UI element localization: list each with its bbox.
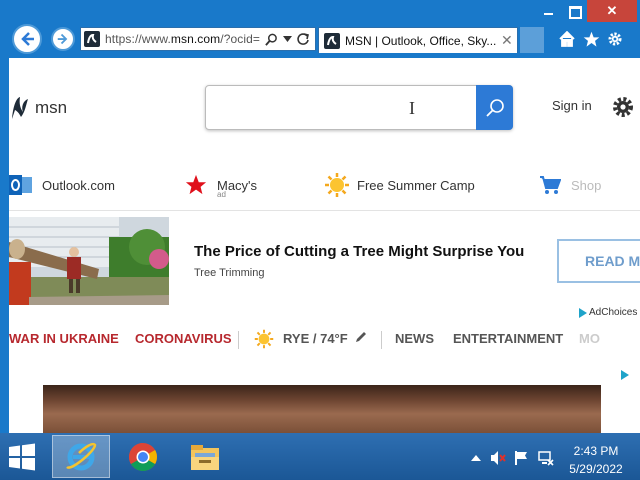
ad-headline[interactable]: The Price of Cutting a Tree Might Surpri…: [194, 243, 524, 260]
msn-logo-text: msn: [35, 98, 68, 117]
ad-label: ad: [217, 190, 226, 199]
forward-button[interactable]: [51, 27, 75, 51]
topic-more[interactable]: MO: [579, 331, 600, 346]
taskbar-chrome[interactable]: [114, 435, 172, 478]
web-page: msn I Sign in Outlook.com Macy's ad Free…: [9, 58, 640, 433]
clock-date: 5/29/2022: [569, 462, 623, 476]
action-center-flag-icon[interactable]: [514, 450, 530, 466]
show-hidden-icons-icon[interactable]: [468, 450, 484, 466]
quick-links-bar: Outlook.com Macy's ad Free Summer Camp S…: [9, 170, 640, 210]
weather-sun-icon: [254, 329, 274, 354]
quicklink-label: Shop: [571, 177, 602, 193]
tab-close-icon[interactable]: ✕: [501, 32, 513, 49]
msn-favicon-icon: [324, 33, 340, 49]
adchoices-link[interactable]: AdChoices: [578, 307, 637, 318]
quicklink-outlook[interactable]: Outlook.com: [9, 170, 115, 200]
ad-banner[interactable]: The Price of Cutting a Tree Might Surpri…: [9, 217, 640, 307]
adchoices-label: AdChoices: [589, 307, 638, 318]
quicklink-macys[interactable]: Macy's ad: [185, 170, 257, 200]
msn-butterfly-icon: [12, 97, 28, 119]
folder-icon: [191, 444, 219, 470]
chrome-icon: [129, 442, 157, 471]
dropdown-arrow-icon[interactable]: [279, 31, 295, 47]
macys-star-icon: [185, 174, 207, 195]
divider: [238, 331, 239, 349]
url-domain: msn.com: [170, 32, 221, 46]
quicklink-label: Free Summer Camp: [357, 177, 475, 193]
tab-title: MSN | Outlook, Office, Sky...: [345, 34, 497, 48]
close-button[interactable]: ✕: [587, 0, 637, 22]
text-cursor-icon: I: [409, 98, 415, 118]
url-rest: /?ocid=: [220, 32, 260, 46]
search-icon: [485, 98, 504, 117]
adchoices-icon[interactable]: [620, 367, 630, 385]
address-bar[interactable]: https://www.msn.com/?ocid=: [80, 27, 316, 51]
new-tab-button[interactable]: [520, 27, 544, 53]
adchoices-icon: [579, 307, 587, 318]
url-prefix: https://www.: [105, 32, 171, 46]
maximize-button[interactable]: [561, 0, 587, 22]
weather-location[interactable]: RYE / 74°F: [283, 331, 348, 346]
settings-gear-icon[interactable]: [611, 95, 635, 119]
divider: [9, 210, 640, 211]
tab-msn[interactable]: MSN | Outlook, Office, Sky... ✕: [318, 27, 518, 53]
video-ad-player[interactable]: [43, 385, 601, 433]
taskbar-file-explorer[interactable]: [176, 435, 234, 478]
read-more-button[interactable]: READ M: [557, 239, 640, 283]
sign-in-link[interactable]: Sign in: [552, 98, 592, 113]
home-icon[interactable]: [557, 29, 577, 49]
network-icon[interactable]: [538, 450, 554, 466]
browser-window: ✕ https://www.msn.com/?ocid= MSN | Outlo…: [0, 0, 640, 433]
ad-subtitle: Tree Trimming: [194, 267, 265, 279]
sun-icon: [325, 173, 349, 197]
topics-bar: WAR IN UKRAINE CORONAVIRUS RYE / 74°F NE…: [9, 324, 640, 354]
msn-favicon-icon: [84, 31, 100, 47]
quicklink-summer-camp[interactable]: Free Summer Camp: [324, 170, 475, 200]
windows-logo-icon: [9, 443, 35, 471]
msn-logo[interactable]: msn: [9, 95, 67, 121]
tools-gear-icon[interactable]: [605, 29, 625, 49]
topic-entertainment[interactable]: ENTERTAINMENT: [453, 331, 563, 346]
topic-news[interactable]: NEWS: [395, 331, 434, 346]
outlook-icon: [9, 175, 32, 195]
divider: [381, 331, 382, 349]
taskbar: 2:43 PM 5/29/2022: [0, 433, 640, 480]
internet-explorer-icon: [66, 442, 97, 470]
start-button[interactable]: [8, 443, 38, 473]
cart-icon: [540, 176, 561, 194]
quicklink-shop[interactable]: Shop: [539, 170, 601, 200]
title-bar: ✕: [0, 0, 640, 22]
topic-war-in-ukraine[interactable]: WAR IN UKRAINE: [9, 331, 119, 346]
search-icon[interactable]: [263, 31, 279, 47]
taskbar-clock[interactable]: 2:43 PM 5/29/2022: [560, 442, 632, 478]
search-input[interactable]: [206, 86, 476, 129]
clock-time: 2:43 PM: [573, 444, 619, 458]
favorites-star-icon[interactable]: [581, 29, 601, 49]
edit-pencil-icon[interactable]: [354, 330, 368, 349]
navigation-bar: https://www.msn.com/?ocid= MSN | Outlook…: [0, 22, 640, 58]
refresh-icon[interactable]: [295, 31, 311, 47]
topic-coronavirus[interactable]: CORONAVIRUS: [135, 331, 232, 346]
back-arrow-icon: [21, 32, 34, 46]
minimize-button[interactable]: [535, 0, 561, 22]
back-button[interactable]: [12, 24, 42, 54]
tree-cutting-image[interactable]: [9, 217, 169, 305]
search-box[interactable]: I: [205, 85, 513, 130]
search-button[interactable]: [476, 85, 513, 130]
quicklink-label: Outlook.com: [42, 177, 115, 193]
volume-muted-icon[interactable]: [490, 450, 506, 466]
taskbar-internet-explorer[interactable]: [52, 435, 110, 478]
address-url[interactable]: https://www.msn.com/?ocid=: [105, 32, 263, 46]
forward-arrow-icon: [57, 33, 68, 45]
